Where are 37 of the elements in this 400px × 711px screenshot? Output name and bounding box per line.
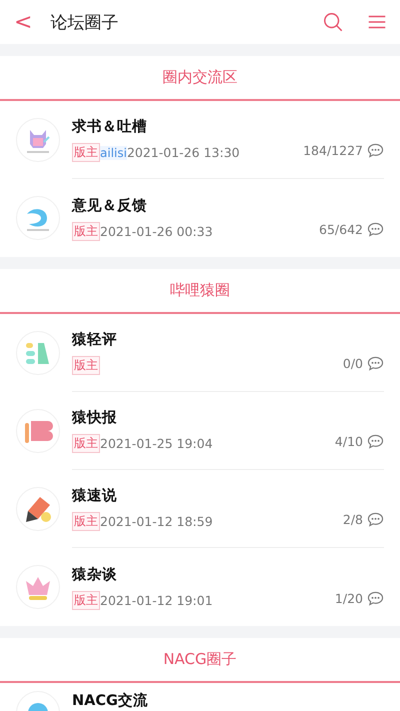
post-count: 184/1227	[303, 143, 363, 158]
last-post-time: 2021-01-26 00:33	[100, 224, 213, 238]
search-icon[interactable]	[322, 11, 344, 33]
comment-icon	[367, 356, 384, 371]
last-post-time: 2021-01-26 13:30	[126, 145, 240, 160]
section-title: 哔哩猿圈	[170, 281, 230, 300]
post-count: 1/20	[334, 591, 363, 606]
forum-name[interactable]: 猿速说	[72, 486, 343, 505]
moderator-tag: 版主	[72, 434, 100, 453]
moderator-tag: 版主	[72, 512, 100, 531]
moderator-tag: 版主	[72, 222, 100, 240]
comment-icon	[367, 143, 384, 158]
comment-icon	[367, 434, 384, 449]
last-post-time: 2021-01-12 19:01	[100, 592, 213, 608]
forum-name[interactable]: 求书＆吐槽	[72, 117, 304, 136]
section-title: 圈内交流区	[162, 68, 238, 87]
forum-name[interactable]: 猿轻评	[72, 330, 343, 349]
comment-icon	[367, 591, 384, 606]
page-title: 论坛圈子	[50, 12, 118, 34]
forum-name[interactable]: 猿快报	[72, 408, 335, 427]
last-post-time: 2021-01-12 18:59	[100, 514, 213, 529]
forum-name[interactable]: NACG交流	[72, 691, 384, 710]
section-title: NACG圈子	[163, 650, 237, 669]
forum-name[interactable]: 意见＆反馈	[72, 196, 320, 214]
moderator-tag: 版主	[72, 356, 100, 375]
forum-logo-icon[interactable]	[16, 487, 60, 531]
back-button[interactable]: <	[10, 10, 36, 34]
comment-icon	[367, 222, 384, 237]
comment-icon	[367, 512, 384, 527]
post-count: 2/8	[342, 512, 363, 527]
last-post-time: 2021-01-25 19:04	[100, 436, 213, 451]
moderator-tag: 版主	[72, 590, 100, 610]
post-count: 65/642	[319, 222, 363, 237]
post-count: 0/0	[342, 356, 363, 371]
forum-name[interactable]: 猿杂谈	[72, 564, 335, 584]
moderator-tag: 版主	[72, 143, 100, 162]
post-count: 4/10	[334, 434, 363, 449]
